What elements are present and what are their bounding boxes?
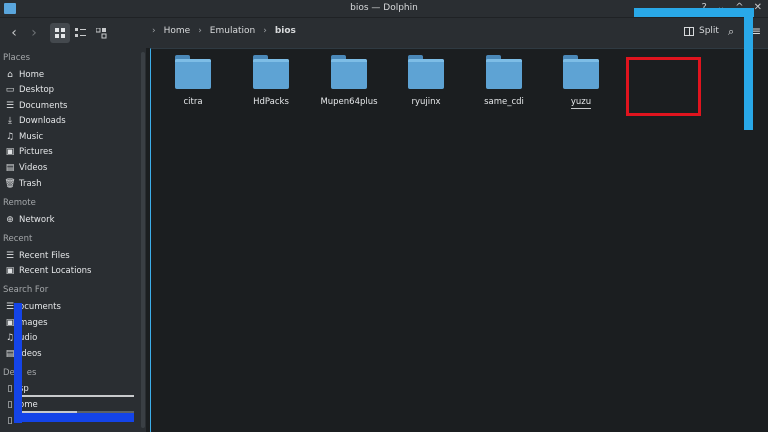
folder-mupen64plus[interactable]: Mupen64plus [312,55,386,108]
sidebar-item-recent-locations[interactable]: ▣ Recent Locations [5,264,92,278]
folder-name: yuzu [570,97,592,109]
folder-name: Mupen64plus [320,97,378,107]
sidebar-item-pictures[interactable]: ▣ Pictures [5,145,53,159]
sidebar-item-label: Videos [19,163,48,173]
sidebar-item-desktop[interactable]: ▭ Desktop [5,83,54,97]
folder-icon [563,55,599,89]
sidebar-item-label: ocuments [19,302,61,312]
recent-heading: Recent [3,234,33,244]
breadcrumb: › Home › Emulation › bios [152,26,296,36]
back-arrow-icon: ‹ [11,25,17,41]
details-view-icon [95,27,106,38]
search-button[interactable]: ⌕ [728,25,734,39]
device-esp-usage-bar [20,395,134,397]
folder-name: HdPacks [253,97,289,107]
split-view-icon [684,26,694,36]
sidebar-item-label: Recent Locations [19,266,92,276]
annotation-bar-right [744,8,753,130]
sidebar-item-label: Network [19,215,55,225]
breadcrumb-chevron-icon: › [198,26,202,36]
folder-icon [486,55,522,89]
breadcrumb-emulation[interactable]: Emulation [210,26,255,36]
annotation-bar-bottom [14,413,134,422]
sidebar-item-videos[interactable]: ▤ Videos [5,161,48,175]
devices-heading-end: es [26,368,37,378]
documents-icon: ☰ [5,101,15,111]
sidebar-item-label: Home [19,70,45,80]
sidebar-item-trash[interactable]: 🗑 Trash [4,177,42,191]
folder-name: citra [183,97,203,107]
folder-yuzu[interactable]: yuzu [544,55,618,109]
forward-button[interactable]: › [24,23,44,43]
toolbar: ‹ › › Home › Emulation › bios Split ⌕ ≡ [0,18,768,48]
devices-heading-start: De [3,368,15,378]
folder-same-cdi[interactable]: same_cdi [467,55,541,108]
folder-citra[interactable]: citra [156,55,230,108]
folder-name: ryujinx [411,97,441,107]
sidebar-item-downloads[interactable]: ⤓ Downloads [5,114,66,128]
sidebar-item-recent-files[interactable]: ☰ Recent Files [5,249,70,263]
sidebar-item-home[interactable]: ⌂ Home [5,68,44,82]
annotation-bar-top [634,8,754,17]
device-esp-usage-fill [20,395,134,397]
icons-view-button[interactable] [50,23,70,43]
network-icon: ⊕ [6,215,14,225]
search-icon: ⌕ [728,25,735,38]
sidebar-item-label: Trash [19,179,42,189]
sidebar-item-network[interactable]: ⊕ Network [5,213,55,227]
back-button[interactable]: ‹ [4,23,24,43]
sidebar-item-label: Pictures [19,147,53,157]
file-view[interactable]: citra HdPacks Mupen64plus ryujinx same_c… [150,48,768,432]
remote-heading: Remote [3,198,36,208]
desktop-icon: ▭ [5,85,15,95]
sidebar-item-search-videos[interactable]: ▤ ideos [5,347,42,361]
folder-icon [175,55,211,89]
sidebar-scrollbar[interactable] [141,52,145,428]
close-button[interactable]: ✕ [754,2,762,13]
trash-icon: 🗑 [4,179,16,189]
compact-view-button[interactable] [70,23,90,43]
sidebar-item-music[interactable]: ♫ Music [5,130,43,144]
sidebar-item-label: Music [19,132,44,142]
breadcrumb-home[interactable]: Home [164,26,191,36]
music-icon: ♫ [5,132,15,142]
places-heading: Places [3,53,31,63]
sidebar-item-documents[interactable]: ☰ Documents [5,99,68,113]
folder-icon [408,55,444,89]
pictures-icon: ▣ [5,147,15,157]
highlight-empty-slot [626,57,701,116]
folder-ryujinx[interactable]: ryujinx [389,55,463,108]
icons-view-icon [54,27,65,38]
sidebar-item-label: Desktop [19,85,55,95]
split-label: Split [699,26,719,36]
home-icon: ⌂ [7,70,13,80]
sidebar-item-label: Recent Files [19,251,70,261]
breadcrumb-chevron-icon: › [152,26,156,36]
folder-icon [253,55,289,89]
compact-view-icon [74,27,86,37]
download-icon: ⤓ [8,116,12,126]
split-button[interactable]: Split [684,26,719,36]
videos-icon: ▤ [5,163,15,173]
folder-hdpacks[interactable]: HdPacks [234,55,308,108]
recent-files-icon: ☰ [5,251,15,261]
breadcrumb-chevron-icon: › [263,26,267,36]
details-view-button[interactable] [91,23,111,43]
annotation-bar-left [14,303,22,423]
sidebar-item-search-images[interactable]: ▣ mages [5,316,48,330]
sidebar-item-label: Documents [19,101,68,111]
sidebar-item-label: mages [19,318,48,328]
sidebar-item-label: ideos [19,349,42,359]
search-for-heading: Search For [3,285,49,295]
breadcrumb-bios[interactable]: bios [275,26,296,36]
folder-icon [331,55,367,89]
forward-arrow-icon: › [31,25,37,41]
sidebar-item-label: Downloads [19,116,66,126]
folder-name: same_cdi [484,97,524,107]
recent-locations-icon: ▣ [5,266,15,276]
